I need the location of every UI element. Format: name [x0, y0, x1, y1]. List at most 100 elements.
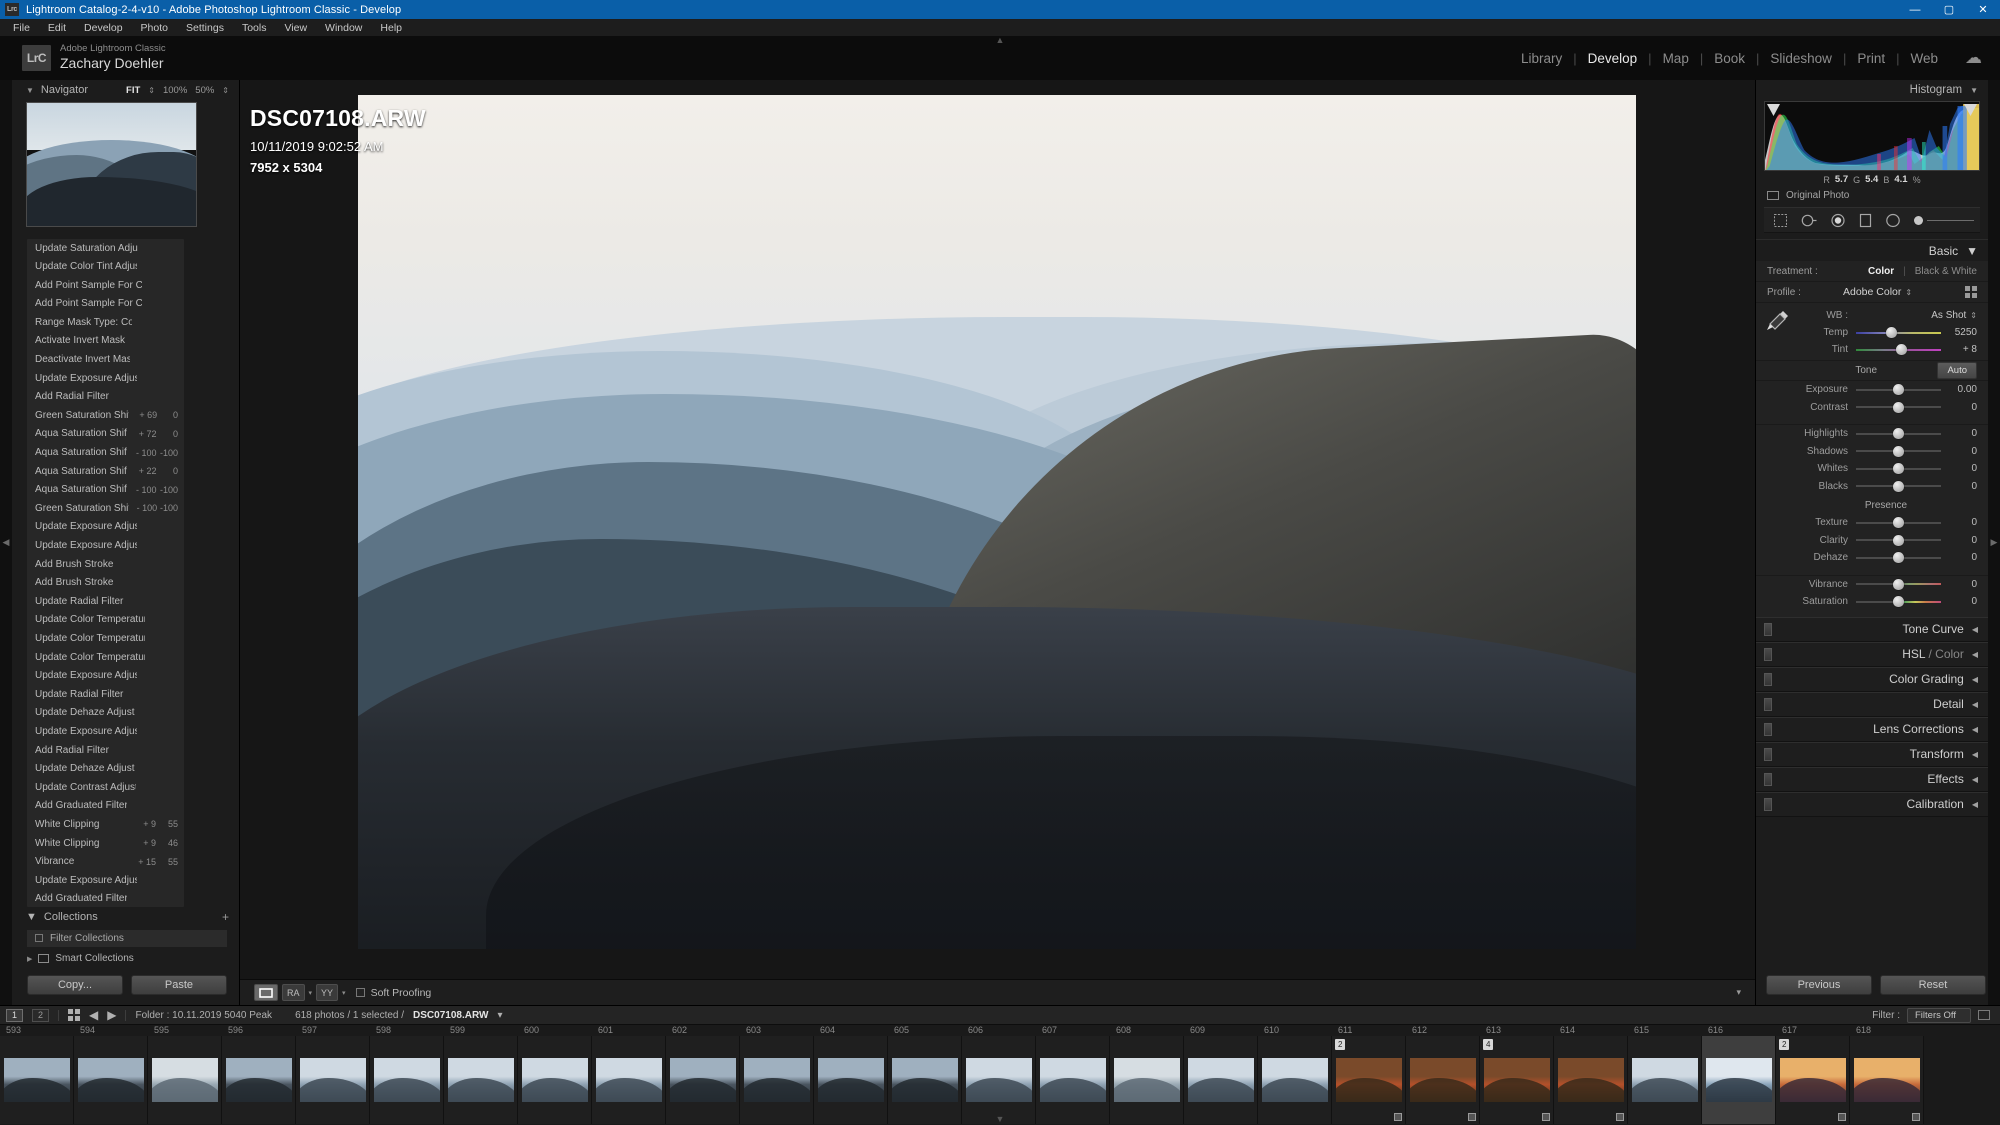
chevron-down-icon[interactable]: ▾ — [342, 989, 346, 997]
chevron-down-icon[interactable]: ▾ — [309, 989, 313, 997]
before-after-button[interactable]: RA — [282, 984, 305, 1001]
history-panel[interactable]: Update Saturation Adjustment Update Color… — [27, 238, 184, 907]
filmstrip-thumbnail[interactable]: 2 — [1776, 1036, 1850, 1124]
slider-value[interactable]: 0 — [1941, 463, 1977, 474]
original-photo-toggle[interactable]: Original Photo — [1756, 185, 1988, 201]
spot-removal-icon[interactable] — [1801, 213, 1817, 228]
slider-knob[interactable] — [1893, 384, 1904, 396]
crop-badge-icon[interactable] — [1394, 1113, 1402, 1121]
brush-size-track[interactable] — [1927, 219, 1974, 221]
slider-value[interactable]: 0 — [1941, 579, 1977, 590]
filmstrip-thumbnail[interactable] — [666, 1036, 740, 1124]
history-item[interactable]: Update Dehaze Adjustment — [27, 759, 184, 778]
stack-count-badge[interactable]: 2 — [1335, 1039, 1346, 1050]
plus-icon[interactable]: + — [222, 910, 229, 924]
reset-button[interactable]: Reset — [1880, 975, 1986, 995]
history-item[interactable]: Add Point Sample For Color Range — [27, 276, 184, 295]
history-item[interactable]: Update Radial Filter — [27, 685, 184, 704]
chevron-down-icon[interactable]: ▼ — [1966, 244, 1978, 258]
crop-badge-icon[interactable] — [1468, 1113, 1476, 1121]
filmstrip-thumbnail[interactable] — [1184, 1036, 1258, 1124]
slider-knob[interactable] — [1893, 463, 1904, 475]
history-item[interactable]: Aqua Saturation Shift - 100 -100 — [27, 480, 184, 499]
slider-row-highlights[interactable]: Highlights 0 — [1756, 425, 1988, 443]
chevron-left-icon[interactable]: ◀ — [1972, 675, 1978, 684]
crop-badge-icon[interactable] — [1838, 1113, 1846, 1121]
temp-value[interactable]: 5250 — [1941, 327, 1977, 338]
filmstrip-thumbnail[interactable]: 4 — [1480, 1036, 1554, 1124]
previous-button[interactable]: Previous — [1766, 975, 1872, 995]
history-item[interactable]: Update Exposure Adjustment — [27, 369, 184, 388]
chevron-left-icon[interactable]: ◀ — [1972, 725, 1978, 734]
basic-panel-header[interactable]: Basic ▼ — [1756, 239, 1988, 261]
filmstrip-thumbnail[interactable] — [814, 1036, 888, 1124]
slider-row-saturation[interactable]: Saturation 0 — [1756, 593, 1988, 611]
slider-row-dehaze[interactable]: Dehaze 0 — [1756, 549, 1988, 567]
menu-item-help[interactable]: Help — [371, 20, 411, 36]
filmstrip-thumbnail[interactable] — [444, 1036, 518, 1124]
slider-row-contrast[interactable]: Contrast 0 — [1756, 399, 1988, 417]
before-after-split-button[interactable]: YY — [316, 984, 339, 1001]
tint-slider-knob[interactable] — [1895, 344, 1907, 355]
slider-knob[interactable] — [1893, 445, 1904, 457]
filmstrip-thumbnail[interactable] — [370, 1036, 444, 1124]
treatment-bw-option[interactable]: Black & White — [1915, 266, 1977, 277]
brush-size-knob[interactable] — [1914, 215, 1923, 225]
history-item[interactable]: Add Radial Filter — [27, 741, 184, 760]
panel-switch-icon[interactable] — [1764, 672, 1772, 686]
treatment-color-option[interactable]: Color — [1868, 266, 1894, 277]
filmstrip-thumbnail[interactable] — [222, 1036, 296, 1124]
vibrance-slider[interactable] — [1856, 578, 1941, 590]
crop-badge-icon[interactable] — [1542, 1113, 1550, 1121]
wb-stepper-icon[interactable]: ⇕ — [1970, 311, 1977, 320]
chevron-right-icon[interactable]: ▶ — [27, 955, 32, 963]
history-item[interactable]: Add Graduated Filter — [27, 797, 184, 816]
chevron-down-icon[interactable]: ▼ — [26, 911, 37, 923]
filmstrip-thumbnail[interactable] — [962, 1036, 1036, 1124]
crop-overlay-icon[interactable] — [1773, 213, 1788, 228]
close-button[interactable]: ✕ — [1966, 0, 2000, 19]
chevron-left-icon[interactable]: ◀ — [1972, 800, 1978, 809]
filmstrip-track[interactable]: 593 594 595 596 597 598 599 600 601 602 603 604 605 6… — [0, 1025, 2000, 1125]
filmstrip-thumbnail[interactable] — [1406, 1036, 1480, 1124]
slider-value[interactable]: 0 — [1941, 552, 1977, 563]
navigator-preview[interactable] — [26, 102, 197, 227]
adjustment-brush-slider[interactable] — [1914, 215, 1974, 225]
slider-row-clarity[interactable]: Clarity 0 — [1756, 532, 1988, 550]
module-slideshow[interactable]: Slideshow — [1759, 51, 1843, 66]
history-item[interactable]: White Clipping + 9 46 — [27, 834, 184, 853]
panel-header-tone-curve[interactable]: Tone Curve ◀ — [1756, 616, 1988, 642]
slider-knob[interactable] — [1893, 428, 1904, 440]
filmstrip-collapse-handle[interactable]: ▼ — [996, 1114, 1005, 1124]
paste-button[interactable]: Paste — [131, 975, 227, 995]
history-item[interactable]: Update Color Temperature Adjustment — [27, 648, 184, 667]
history-item[interactable]: Aqua Saturation Shift + 72 0 — [27, 425, 184, 444]
filmstrip-current-file[interactable]: DSC07108.ARW — [413, 1010, 488, 1021]
slider-knob[interactable] — [1893, 552, 1904, 564]
history-item[interactable]: Update Exposure Adjustment — [27, 518, 184, 537]
profile-stepper-icon[interactable]: ⇕ — [1905, 288, 1912, 297]
module-develop[interactable]: Develop — [1577, 51, 1649, 66]
filmstrip-thumbnail[interactable] — [1702, 1036, 1776, 1124]
history-item[interactable]: Vibrance + 15 55 — [27, 852, 184, 871]
maximize-button[interactable]: ▢ — [1932, 0, 1966, 19]
chevron-left-icon[interactable]: ◀ — [1972, 775, 1978, 784]
slider-value[interactable]: 0 — [1941, 402, 1977, 413]
chevron-down-icon[interactable]: ▼ — [26, 86, 34, 95]
histogram-header[interactable]: Histogram ▼ — [1756, 80, 1988, 100]
panel-switch-icon[interactable] — [1764, 747, 1772, 761]
panel-header-color-grading[interactable]: Color Grading ◀ — [1756, 666, 1988, 692]
panel-header-lens-corrections[interactable]: Lens Corrections ◀ — [1756, 716, 1988, 742]
history-item[interactable]: Update Exposure Adjustment — [27, 871, 184, 890]
slider-knob[interactable] — [1893, 596, 1904, 608]
history-item[interactable]: Update Exposure Adjustment — [27, 666, 184, 685]
chevron-left-icon[interactable]: ◀ — [1972, 625, 1978, 634]
slider-row-exposure[interactable]: Exposure 0.00 — [1756, 381, 1988, 399]
slider-value[interactable]: 0 — [1941, 428, 1977, 439]
module-book[interactable]: Book — [1703, 51, 1756, 66]
identity-plate[interactable]: LrC Adobe Lightroom Classic Zachary Doeh… — [14, 43, 166, 72]
menu-item-develop[interactable]: Develop — [75, 20, 132, 36]
menu-item-window[interactable]: Window — [316, 20, 371, 36]
panel-switch-icon[interactable] — [1764, 647, 1772, 661]
slider-value[interactable]: 0 — [1941, 596, 1977, 607]
